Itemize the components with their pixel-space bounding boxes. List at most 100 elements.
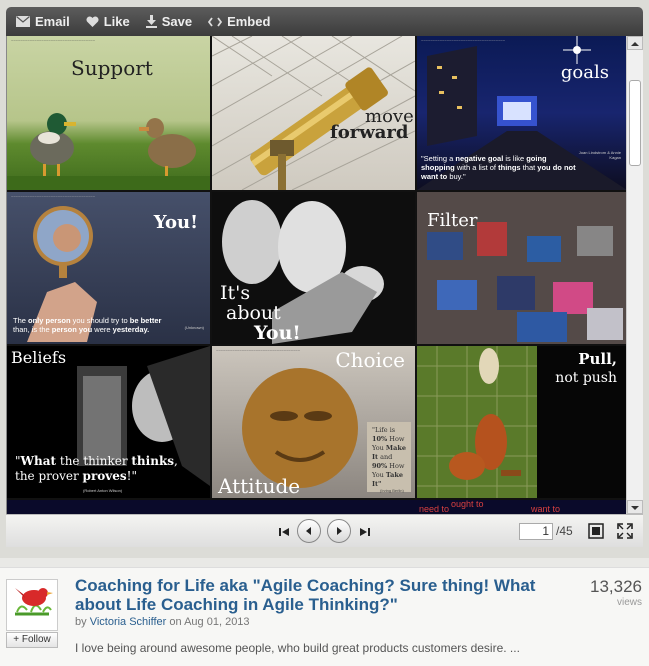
heart-icon [86, 15, 99, 27]
page-number-input[interactable]: 1 [519, 523, 553, 540]
slide-caption: Beliefs [11, 348, 67, 367]
quote-part: person you [51, 325, 93, 334]
slide-quote: The only person you should try to be bet… [13, 316, 207, 334]
presentation-description: I love being around awesome people, who … [75, 641, 520, 655]
embed-label: Embed [227, 14, 271, 29]
slide-quote: "Life is 10% How You Make It and 90% How You … [372, 426, 412, 489]
slide-caption: Filter [427, 210, 478, 231]
slide-filter: ~~~~~~~~~~~~~~~~~~~~~~~~~~~~~~~~~~~~ [417, 192, 627, 344]
peek-text: ought to [451, 500, 484, 509]
like-label: Like [103, 14, 130, 29]
quote-part: is like [503, 154, 527, 163]
slide-move-forward: move forward [212, 36, 415, 190]
views-label: views [616, 597, 642, 608]
slide-quote: "Setting a negative goal is like going s… [421, 154, 581, 181]
skip-first-icon[interactable] [278, 525, 290, 543]
slide-caption-line2: forward [330, 122, 409, 143]
save-button[interactable]: Save [145, 14, 192, 29]
slide-quote: "What the thinker thinks, the prover prov… [15, 454, 205, 484]
code-brackets-icon [208, 16, 223, 27]
slide-caption-bottom: Attitude [218, 474, 301, 498]
quote-part: than, is the [13, 325, 52, 334]
quote-part: How [387, 462, 405, 470]
email-label: Email [35, 14, 70, 29]
quote-part: The [13, 316, 29, 325]
slide-choice-attitude: ~~~~~~~~~~~~~~~~~~~~~~~~~~~~~~~~~~~~ Cho… [212, 346, 415, 498]
quote-part: the prover [15, 469, 83, 483]
slide-attribution: (Unknown) [184, 325, 204, 330]
author-link[interactable]: Victoria Schiffer [90, 616, 167, 628]
squirrel-illustration [417, 346, 537, 498]
player-controls: 1 /45 [6, 514, 643, 547]
slide-caption-line1: Pull, [578, 350, 617, 368]
byline: by Victoria Schiffer on Aug 01, 2013 [75, 616, 250, 628]
quote-part: that [520, 163, 538, 172]
presentation-info: + Follow Coaching for Life aka "Agile Co… [0, 567, 649, 666]
expand-icon[interactable] [617, 523, 633, 544]
slide-attribution: Joan Lindstrom & Annie Kagan [578, 150, 621, 160]
quote-part: yesterday. [112, 325, 150, 334]
quote-part: things [498, 163, 521, 172]
slide-attribution: (Irving Berlin) [380, 488, 404, 493]
player-toolbar: Email Like Save Embed [6, 7, 643, 36]
slide-area: ~~~~~~~~~~~~~~~~~~~~~~~~~~~~~~~~~~~~ Sup… [7, 36, 627, 514]
quote-part: be better [129, 316, 162, 325]
embed-button[interactable]: Embed [208, 14, 270, 29]
upload-date: Aug 01, 2013 [184, 616, 250, 628]
slide-caption: Support [71, 56, 153, 80]
prev-arrow-icon [306, 527, 311, 535]
views-count: 13,326 [590, 577, 642, 596]
slide-caption-line3: You! [254, 322, 301, 344]
slide-pull-not-push: ~~~~~~~~~~~~~~~~~~~~~~~~~~~~~~~~~~~~ Pul… [417, 346, 627, 498]
skip-last-icon[interactable] [359, 525, 371, 543]
quote-part: the thinker [56, 454, 132, 468]
slide-attribution: (Robert Anton Wilson) [83, 488, 123, 493]
quote-part: thinks [131, 454, 175, 468]
quote-part: Take [385, 471, 403, 479]
quote-part: You [372, 444, 386, 452]
slide-caption: goals [560, 62, 609, 83]
quote-part: buy." [447, 172, 466, 181]
quote-part: , [174, 454, 178, 468]
slide-its-about-you: It's about You! [212, 192, 415, 344]
email-button[interactable]: Email [16, 14, 70, 29]
slide-beliefs: Beliefs "What the thinker thinks, the pro… [7, 346, 210, 498]
slide-you: ~~~~~~~~~~~~~~~~~~~~~~~~~~~~~~~~~~~~ You… [7, 192, 210, 344]
slide-support: ~~~~~~~~~~~~~~~~~~~~~~~~~~~~~~~~~~~~ Sup… [7, 36, 210, 190]
vertical-scrollbar[interactable] [626, 36, 643, 514]
by-label: by [75, 616, 87, 628]
slide-viewer: ~~~~~~~~~~~~~~~~~~~~~~~~~~~~~~~~~~~~ Sup… [6, 36, 643, 514]
quote-part: with a list of [454, 163, 499, 172]
author-avatar[interactable] [6, 579, 58, 631]
quote-part: "Life is [372, 426, 396, 434]
slide-caption: You! [153, 212, 198, 233]
quote-part: were [92, 325, 113, 334]
page-total: /45 [556, 524, 573, 538]
peek-text: want to [531, 504, 561, 514]
slide-peek-row: need to ought to want to [7, 500, 627, 514]
quote-part: Make [385, 444, 406, 452]
quote-part: 10% [372, 435, 388, 443]
fullscreen-icon[interactable] [588, 523, 604, 544]
slide-caption-line1: It's [220, 282, 251, 304]
like-button[interactable]: Like [86, 14, 130, 29]
slide-caption-line2: about [226, 302, 281, 324]
scroll-down-arrow-icon[interactable] [627, 500, 643, 514]
quote-part: You [372, 471, 386, 479]
slideshow-player: Email Like Save Embed ~~~~~~~~~~~~~~~~~~… [0, 0, 649, 558]
presentation-title[interactable]: Coaching for Life aka "Agile Coaching? S… [75, 576, 570, 614]
on-label: on [169, 616, 182, 628]
prev-slide-button[interactable] [297, 519, 321, 543]
follow-button[interactable]: + Follow [6, 632, 58, 648]
quote-part: only person [28, 316, 71, 325]
slide-caption-top: Choice [335, 348, 405, 372]
quote-part: How [387, 435, 405, 443]
next-slide-button[interactable] [327, 519, 351, 543]
quote-part: and [378, 453, 393, 461]
quote-part: 90% [372, 462, 388, 470]
envelope-icon [16, 16, 30, 27]
scroll-up-arrow-icon[interactable] [627, 36, 643, 50]
scroll-thumb[interactable] [629, 80, 641, 166]
bird-logo-icon [7, 580, 57, 630]
quote-part: !" [126, 469, 137, 483]
